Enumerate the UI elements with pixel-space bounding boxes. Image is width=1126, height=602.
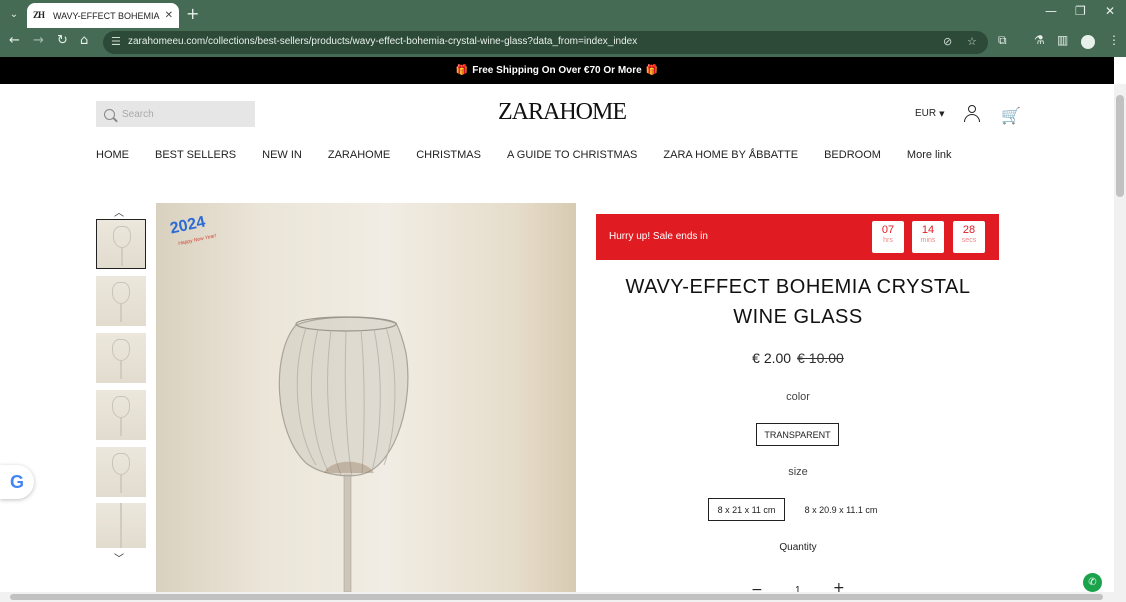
side-panel-icon[interactable]: ▥ [1057, 33, 1068, 47]
chat-icon[interactable]: ✆ [1083, 573, 1102, 592]
timer-minutes: 14 mins [912, 221, 944, 253]
address-bar[interactable]: ☰ zarahomeeu.com/collections/best-seller… [103, 31, 988, 54]
sale-price: € 2.00 [752, 350, 792, 366]
size-label: size [788, 466, 808, 478]
search-input[interactable] [122, 108, 242, 120]
bookmark-star-icon[interactable]: ☆ [967, 35, 977, 48]
announcement-bar: 🎁 Free Shipping On Over €70 Or More 🎁 [0, 57, 1114, 84]
announcement-text: Free Shipping On Over €70 Or More [472, 65, 642, 76]
main-nav: HOME BEST SELLERS NEW IN ZARAHOME CHRIST… [96, 149, 978, 161]
nav-item-zarahome[interactable]: ZARAHOME [328, 149, 390, 161]
timer-value: 14 [921, 224, 935, 236]
vertical-scroll-thumb[interactable] [1116, 95, 1124, 197]
nav-item-zara-home-by-abbatte[interactable]: ZARA HOME BY ǺBBATTE [663, 149, 798, 161]
nav-item-new-in[interactable]: NEW IN [262, 149, 302, 161]
timer-value: 07 [881, 224, 895, 236]
google-translate-icon[interactable]: G [0, 465, 34, 499]
browser-tab-bar: ⌄ ZH WAVY-EFFECT BOHEMIA CRYSTAL ✕ + — ❐… [0, 0, 1126, 28]
favicon-icon: ZH [33, 9, 45, 20]
timer-unit: hrs [883, 237, 893, 244]
nav-item-more-link[interactable]: More link [907, 149, 952, 161]
search-icon [104, 108, 115, 120]
browser-tab[interactable]: ZH WAVY-EFFECT BOHEMIA CRYSTAL ✕ [27, 3, 179, 28]
thumbnail[interactable] [96, 447, 146, 497]
timer-hours: 07 hrs [872, 221, 904, 253]
nav-item-home[interactable]: HOME [96, 149, 129, 161]
home-icon[interactable]: ⌂ [80, 33, 88, 48]
account-icon[interactable] [964, 105, 980, 122]
color-option-transparent[interactable]: TRANSPARENT [756, 423, 839, 446]
nav-item-guide-to-christmas[interactable]: A GUIDE TO CHRISTMAS [507, 149, 637, 161]
color-label: color [786, 391, 810, 403]
menu-kebab-icon[interactable]: ⋮ [1108, 33, 1120, 47]
thumbnail[interactable] [96, 219, 146, 269]
caret-down-icon: ▼ [939, 110, 945, 118]
gift-icon: 🎁 [455, 65, 469, 76]
cart-icon[interactable]: 🛒 [1001, 106, 1021, 125]
browser-toolbar: ← → ↻ ⌂ ☰ zarahomeeu.com/collections/bes… [0, 28, 1126, 57]
labs-icon[interactable]: ⚗ [1034, 33, 1045, 47]
badge-year: 2024 [168, 213, 207, 238]
url-text: zarahomeeu.com/collections/best-sellers/… [128, 36, 638, 47]
reload-icon[interactable]: ↻ [57, 33, 68, 48]
tab-title: WAVY-EFFECT BOHEMIA CRYSTAL [53, 10, 161, 21]
thumbnail[interactable] [96, 276, 146, 326]
search-box[interactable] [96, 101, 255, 127]
nav-item-bedroom[interactable]: BEDROOM [824, 149, 881, 161]
product-price: € 2.00 € 10.00 [598, 350, 998, 366]
horizontal-scroll-thumb[interactable] [10, 594, 1103, 600]
site-info-icon[interactable]: ☰ [111, 35, 121, 48]
forward-icon[interactable]: → [33, 33, 44, 48]
thumbnail[interactable] [96, 333, 146, 383]
window-close-icon[interactable]: ✕ [1105, 4, 1115, 18]
wine-glass-illustration [278, 316, 409, 592]
product-main-image[interactable]: 2024 Happy New Year! [156, 203, 576, 592]
extensions-icon[interactable]: ⧉ [998, 33, 1007, 48]
original-price: € 10.00 [797, 350, 844, 366]
new-tab-icon[interactable]: + [186, 5, 199, 23]
thumbnail[interactable] [96, 390, 146, 440]
timer-seconds: 28 secs [953, 221, 985, 253]
quantity-label: Quantity [779, 542, 817, 553]
size-option[interactable]: 8 x 21 x 11 cm [708, 498, 785, 521]
thumbnail-up-icon[interactable]: ︿ [114, 204, 124, 219]
restore-icon[interactable]: ❐ [1075, 4, 1086, 18]
thumbnail[interactable] [96, 503, 146, 548]
timer-unit: mins [920, 237, 936, 244]
profile-avatar[interactable] [1081, 35, 1095, 49]
back-icon[interactable]: ← [9, 33, 20, 48]
gift-icon: 🎁 [645, 65, 659, 76]
currency-label: EUR [915, 108, 937, 119]
nav-item-christmas[interactable]: CHRISTMAS [416, 149, 481, 161]
minimize-icon[interactable]: — [1045, 4, 1057, 18]
eye-off-icon[interactable]: ⊘ [943, 35, 952, 48]
thumbnail-down-icon[interactable]: ﹀ [114, 550, 124, 565]
timer-unit: secs [961, 237, 977, 244]
tab-search-icon[interactable]: ⌄ [5, 5, 23, 23]
nav-item-best-sellers[interactable]: BEST SELLERS [155, 149, 236, 161]
size-option[interactable]: 8 x 20.9 x 11.1 cm [797, 498, 885, 521]
currency-selector[interactable]: EUR ▼ [915, 108, 945, 119]
product-title: WAVY-EFFECT BOHEMIA CRYSTAL WINE GLASS [625, 276, 971, 328]
sale-text: Hurry up! Sale ends in [609, 231, 708, 242]
close-icon[interactable]: ✕ [165, 10, 173, 21]
new-year-badge: 2024 Happy New Year! [164, 209, 222, 249]
site-logo[interactable]: ZARAHOME [498, 99, 627, 126]
sale-countdown-bar: Hurry up! Sale ends in 07 hrs 14 mins 28… [596, 214, 999, 260]
timer-value: 28 [962, 224, 976, 236]
